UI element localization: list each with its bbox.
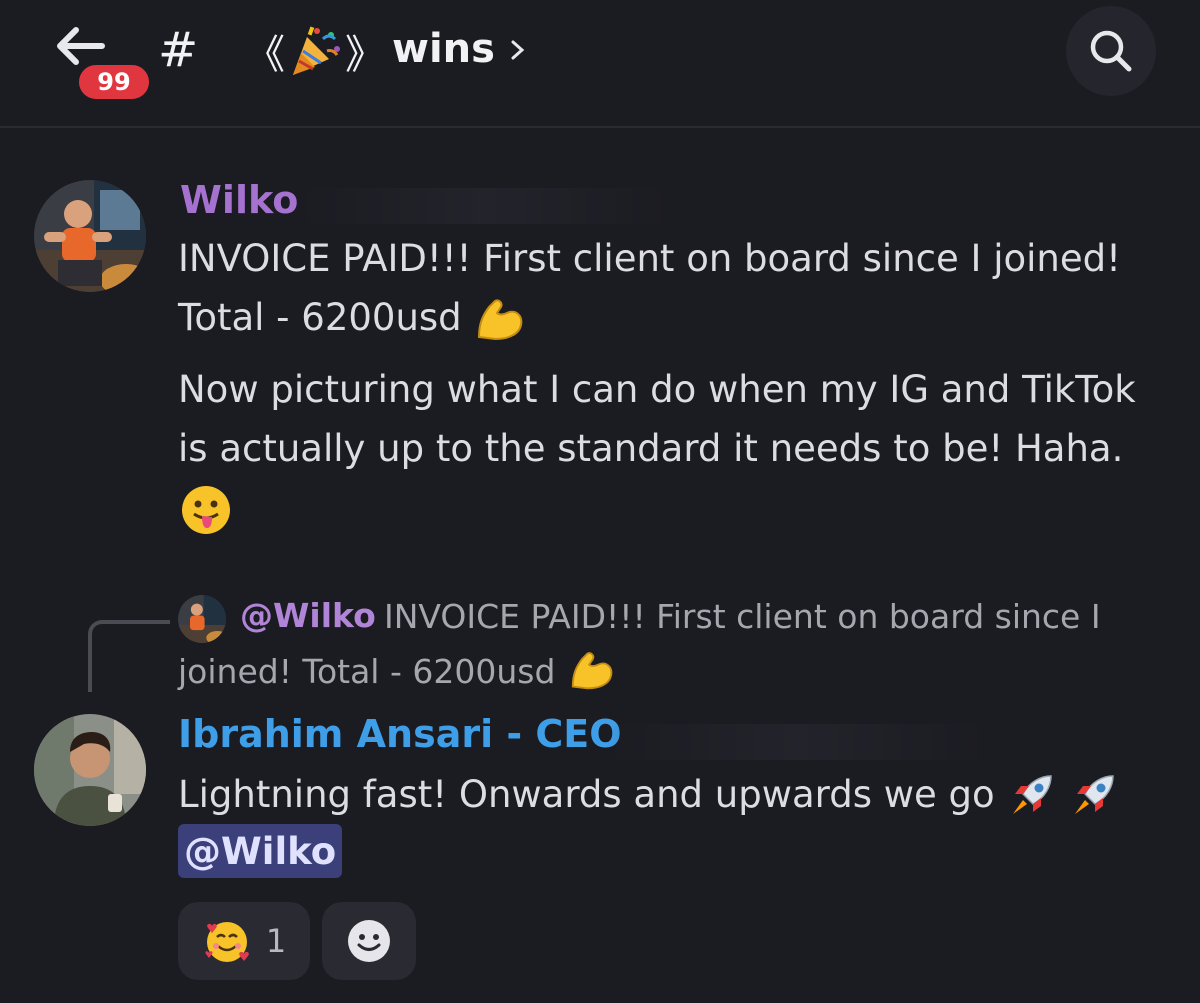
party-popper-icon bbox=[293, 26, 340, 75]
reply-preview-text: joined! Total - 6200usd bbox=[178, 651, 556, 691]
smiling-face-with-hearts-icon bbox=[205, 922, 249, 962]
add-reaction-button[interactable] bbox=[322, 902, 416, 980]
reply-connector bbox=[88, 620, 170, 692]
avatar-wilko-small-image bbox=[178, 595, 226, 643]
avatar-wilko-image bbox=[34, 180, 146, 292]
author-name[interactable]: Ibrahim Ansari - CEO bbox=[178, 712, 622, 756]
message-text: Total - 6200usd bbox=[178, 296, 462, 339]
author-name[interactable]: Wilko bbox=[180, 178, 298, 222]
flexed-biceps-icon bbox=[478, 299, 523, 340]
message-author[interactable]: Wilko bbox=[180, 178, 298, 222]
channel-hash-icon: # bbox=[158, 22, 199, 78]
reply-avatar bbox=[178, 595, 226, 643]
add-reaction-icon bbox=[348, 920, 390, 962]
chevron-right-icon[interactable] bbox=[508, 34, 528, 64]
search-button[interactable] bbox=[1066, 6, 1156, 96]
rocket-icon bbox=[1074, 775, 1114, 814]
avatar-ibrahim-image bbox=[34, 714, 146, 826]
double-angle-right-icon: 》 bbox=[345, 32, 385, 78]
message-line-total: Total - 6200usd bbox=[178, 289, 525, 347]
message-line: Now picturing what I can do when my IG a… bbox=[178, 368, 1136, 411]
user-mention[interactable]: @Wilko bbox=[178, 824, 343, 878]
channel-decoration: 《 》 bbox=[245, 22, 385, 80]
redacted-timestamp bbox=[606, 724, 986, 760]
channel-name[interactable]: wins bbox=[392, 26, 495, 72]
message-author[interactable]: Ibrahim Ansari - CEO bbox=[178, 712, 622, 756]
channel-header: 99 # 《 》 wins bbox=[0, 0, 1200, 128]
unread-badge: 99 bbox=[74, 60, 154, 104]
double-angle-left-icon: 《 bbox=[245, 32, 285, 78]
message-line: is actually up to the standard it needs … bbox=[178, 427, 1124, 470]
message-line: INVOICE PAID!!! First client on board si… bbox=[178, 237, 1121, 280]
avatar[interactable] bbox=[34, 180, 146, 292]
reply-mention[interactable]: @Wilko bbox=[240, 596, 376, 635]
reaction-count: 1 bbox=[265, 922, 287, 960]
tongue-face-icon bbox=[182, 486, 230, 534]
reply-preview-line2[interactable]: joined! Total - 6200usd bbox=[178, 650, 615, 692]
rocket-icon bbox=[1012, 775, 1052, 814]
reaction-button[interactable]: 1 bbox=[178, 902, 310, 980]
message-text: Lightning fast! Onwards and upwards we g… bbox=[178, 773, 995, 816]
reply-preview-text[interactable]: INVOICE PAID!!! First client on board si… bbox=[384, 597, 1101, 636]
flexed-biceps-icon bbox=[572, 652, 613, 690]
search-icon bbox=[1090, 30, 1132, 72]
message-line-lightning: Lightning fast! Onwards and upwards we g… bbox=[178, 766, 1119, 824]
redacted-timestamp bbox=[300, 188, 670, 224]
avatar[interactable] bbox=[34, 714, 146, 826]
